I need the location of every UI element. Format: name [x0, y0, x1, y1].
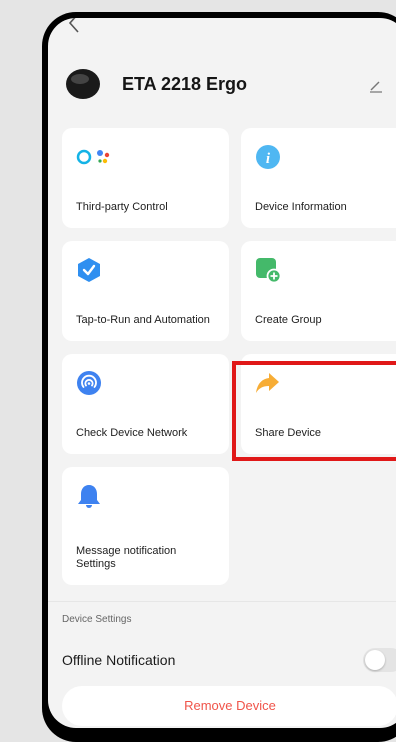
offline-notification-label: Offline Notification [62, 652, 176, 668]
remove-device-button[interactable]: Remove Device [62, 686, 396, 726]
share-arrow-icon [256, 373, 279, 393]
card-label: Create Group [255, 314, 322, 326]
network-icon [77, 371, 101, 395]
offline-notification-toggle[interactable] [363, 648, 396, 672]
create-group-icon [256, 258, 281, 283]
card-label: Device Information [255, 201, 347, 213]
back-arrow-icon[interactable] [64, 18, 86, 34]
card-create-group[interactable]: Create Group [241, 241, 396, 341]
card-label: Check Device Network [76, 427, 188, 439]
bell-icon [78, 485, 100, 508]
card-label: Share Device [255, 427, 322, 439]
card-label: Third-party Control [76, 201, 168, 213]
device-avatar [66, 69, 100, 99]
toggle-knob [365, 650, 385, 670]
card-label: Tap-to-Run and Automation [76, 314, 210, 326]
card-device-information[interactable]: i Device Information [241, 128, 396, 228]
device-screen: ETA 2218 Ergo Third-party Control i Devi… [48, 18, 396, 728]
device-name: ETA 2218 Ergo [122, 74, 248, 94]
section-title-device-settings: Device Settings [62, 614, 132, 625]
card-label: Message notification Settings [76, 545, 177, 570]
offline-notification-row: Offline Notification [48, 638, 396, 682]
card-check-device-network[interactable]: Check Device Network [62, 354, 229, 454]
divider [48, 601, 396, 602]
device-header: ETA 2218 Ergo [48, 62, 396, 112]
alexa-google-assistant-icon [76, 149, 110, 165]
info-icon: i [256, 145, 280, 169]
automation-check-icon [78, 258, 100, 282]
card-third-party-control[interactable]: Third-party Control [62, 128, 229, 228]
card-message-notification-settings[interactable]: Message notification Settings [62, 467, 229, 585]
edit-pencil-icon[interactable] [368, 77, 384, 93]
card-share-device[interactable]: Share Device [241, 354, 396, 454]
card-tap-to-run-automation[interactable]: Tap-to-Run and Automation [62, 241, 229, 341]
